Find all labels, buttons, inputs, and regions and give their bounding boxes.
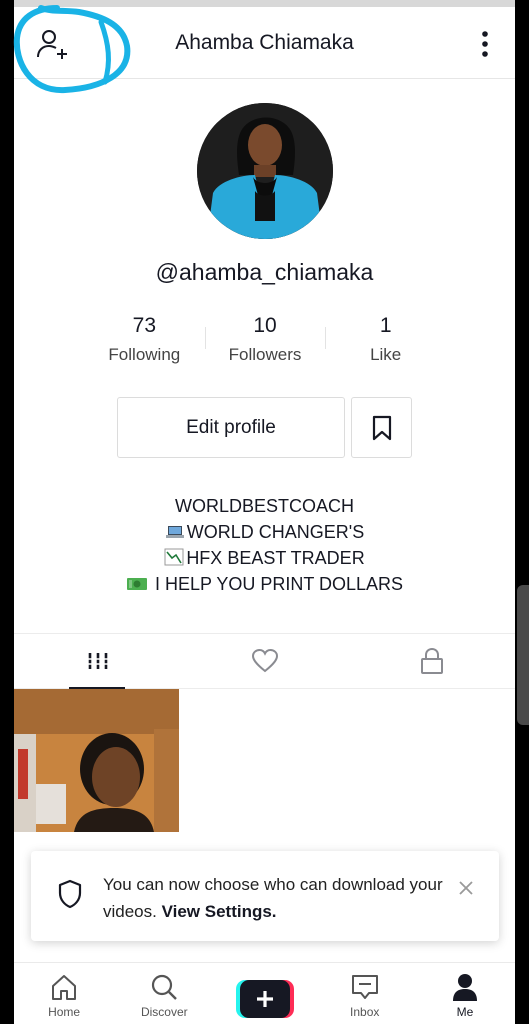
nav-discover[interactable]: Discover <box>114 963 214 1024</box>
create-plus-icon <box>235 980 294 1018</box>
nav-label: Inbox <box>350 1005 380 1019</box>
home-icon <box>52 975 77 1000</box>
bio-line: WORLD CHANGER'S <box>14 519 515 545</box>
profile-bio: WORLDBESTCOACH WORLD CHANGER'S HFX BEAST… <box>14 493 515 597</box>
bio-line: WORLDBESTCOACH <box>174 496 354 516</box>
nav-label: Me <box>456 1005 474 1019</box>
close-icon[interactable] <box>457 879 475 897</box>
stat-label: Following <box>108 345 181 364</box>
grid-icon <box>87 653 108 669</box>
avatar-image <box>197 103 333 239</box>
bio-line: HFX BEAST TRADER <box>14 545 515 571</box>
edit-profile-button[interactable]: Edit profile <box>117 397 345 458</box>
profile-header: Ahamba Chiamaka <box>14 7 515 79</box>
bookmark-icon <box>372 415 391 440</box>
content-tabs <box>14 633 515 689</box>
tab-videos[interactable] <box>14 634 181 689</box>
tab-liked[interactable] <box>181 634 348 688</box>
page-title: Ahamba Chiamaka <box>175 31 354 54</box>
stat-likes[interactable]: 1 Like <box>325 313 446 373</box>
lock-icon <box>420 647 443 674</box>
profile-icon <box>452 974 477 1001</box>
stat-value: 10 <box>253 314 277 337</box>
bio-text: I HELP YOU PRINT DOLLARS <box>149 574 404 594</box>
nav-create[interactable] <box>214 963 314 1024</box>
bio-line: I HELP YOU PRINT DOLLARS <box>14 571 515 597</box>
chart-decreasing-icon <box>164 548 184 566</box>
profile-stats: 73 Following 10 Followers 1 Like <box>84 313 446 373</box>
notification-toast: You can now choose who can download your… <box>31 851 499 941</box>
view-settings-link[interactable]: View Settings. <box>162 902 277 921</box>
stat-followers[interactable]: 10 Followers <box>204 313 326 373</box>
search-icon <box>152 974 178 1000</box>
profile-avatar[interactable] <box>197 103 333 239</box>
video-preview-image <box>14 689 179 832</box>
shield-icon <box>58 879 82 909</box>
profile-screen: Ahamba Chiamaka @ahamba_chiamaka 73 Foll… <box>14 0 515 1024</box>
more-options-icon[interactable] <box>477 29 493 59</box>
laptop-icon <box>165 526 184 538</box>
nav-home[interactable]: Home <box>14 963 114 1024</box>
stat-value: 73 <box>132 314 157 337</box>
heart-icon <box>251 648 278 673</box>
video-thumbnail[interactable] <box>14 689 179 832</box>
bio-text: HFX BEAST TRADER <box>186 548 365 568</box>
tab-private[interactable] <box>348 634 515 688</box>
inbox-icon <box>351 975 378 999</box>
bio-text: WORLD CHANGER'S <box>186 522 365 542</box>
favorites-button[interactable] <box>351 397 412 458</box>
toast-message: You can now choose who can download your… <box>103 871 443 925</box>
bottom-nav: Home Discover Inbox Me <box>14 962 515 1024</box>
nav-label: Home <box>48 1005 81 1019</box>
stat-value: 1 <box>379 314 392 337</box>
edge-scroll-handle[interactable] <box>517 585 529 725</box>
stat-label: Like <box>370 345 402 364</box>
nav-me[interactable]: Me <box>415 963 515 1024</box>
dollar-banknote-icon <box>126 578 147 590</box>
nav-label: Discover <box>140 1005 188 1019</box>
nav-inbox[interactable]: Inbox <box>315 963 415 1024</box>
stat-label: Followers <box>228 345 302 364</box>
stat-following[interactable]: 73 Following <box>84 313 205 373</box>
status-bar <box>14 0 515 7</box>
username: @ahamba_chiamaka <box>155 259 374 285</box>
